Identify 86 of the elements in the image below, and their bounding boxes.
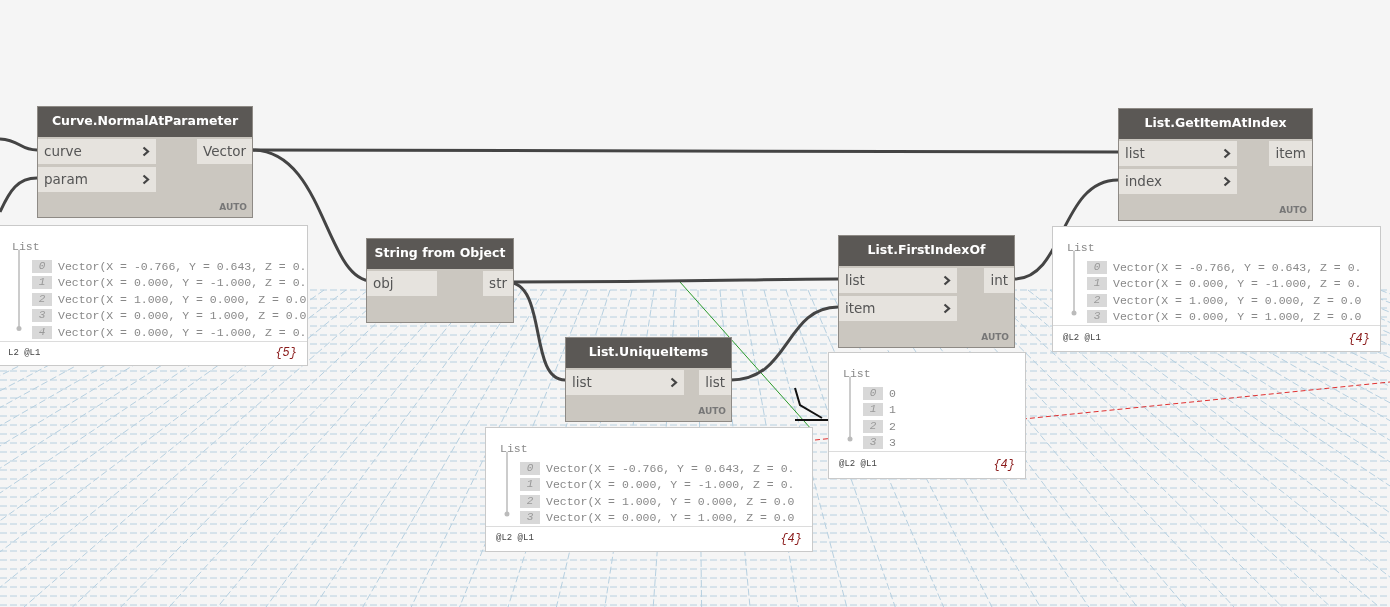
index-label: 0 <box>32 259 52 273</box>
tree-line-icon <box>1071 251 1077 317</box>
node-title: String from Object <box>367 239 513 269</box>
value-text: 0 <box>889 385 896 402</box>
value-text: Vector(X = 0.000, Y = 1.000, Z = 0.0 <box>1113 309 1362 326</box>
input-port[interactable]: obj <box>367 270 437 296</box>
lacing-label: AUTO <box>981 330 1009 344</box>
value-text: Vector(X = -0.766, Y = 0.643, Z = 0. <box>1113 259 1362 276</box>
value-text: Vector(X = 0.000, Y = 1.000, Z = 0.0 <box>58 308 307 325</box>
value-text: 2 <box>889 418 896 435</box>
list-label: List <box>843 367 871 380</box>
input-port[interactable]: list <box>839 267 957 293</box>
index-label: 0 <box>520 461 540 475</box>
node-card[interactable]: List.FirstIndexOf list item int AUTO <box>838 235 1015 348</box>
value-text: Vector(X = 1.000, Y = 0.000, Z = 0.0 <box>546 493 795 510</box>
node-title: List.UniqueItems <box>566 338 731 368</box>
output-port[interactable]: Vector <box>196 138 252 164</box>
value-text: Vector(X = -0.766, Y = 0.643, Z = 0. <box>546 460 795 477</box>
value-text: Vector(X = 1.000, Y = 0.000, Z = 0.0 <box>58 291 307 308</box>
node-card[interactable]: List.UniqueItems list list AUTO <box>565 337 732 422</box>
count-label: {4} <box>780 531 802 548</box>
value-text: Vector(X = 0.000, Y = -1.000, Z = 0. <box>546 477 795 494</box>
chevron-icon <box>943 302 951 314</box>
lacing-label: AUTO <box>219 200 247 214</box>
count-label: {4} <box>993 457 1015 474</box>
input-port[interactable]: param <box>38 166 156 192</box>
output-port[interactable]: list <box>699 369 731 395</box>
value-text: Vector(X = 0.000, Y = -1.000, Z = 0. <box>1113 276 1362 293</box>
tree-line-icon <box>504 452 510 518</box>
level-label: @L2 @L1 <box>1063 331 1101 345</box>
output-port[interactable]: str <box>483 270 513 296</box>
level-label: @L2 @L1 <box>496 532 534 546</box>
chevron-icon <box>1223 147 1231 159</box>
value-text: Vector(X = 0.000, Y = -1.000, Z = 0. <box>58 275 307 292</box>
index-label: 1 <box>863 403 883 417</box>
input-port[interactable]: index <box>1119 168 1237 194</box>
value-text: Vector(X = -0.766, Y = 0.643, Z = 0. <box>58 258 307 275</box>
index-label: 4 <box>32 325 52 339</box>
value-text: 3 <box>889 435 896 452</box>
node-title: List.GetItemAtIndex <box>1119 109 1312 139</box>
lacing-label: AUTO <box>698 404 726 418</box>
list-label: List <box>1067 241 1095 254</box>
chevron-icon <box>1223 175 1231 187</box>
chevron-icon <box>943 274 951 286</box>
index-label: 0 <box>863 386 883 400</box>
input-port[interactable]: item <box>839 295 957 321</box>
value-text: Vector(X = 0.000, Y = -1.000, Z = 0. <box>58 324 307 341</box>
input-port[interactable]: curve <box>38 138 156 164</box>
input-port[interactable]: list <box>566 369 684 395</box>
list-label: List <box>12 240 40 253</box>
index-label: 2 <box>863 419 883 433</box>
wire <box>0 137 38 152</box>
chevron-icon <box>670 376 678 388</box>
value-text: Vector(X = 1.000, Y = 0.000, Z = 0.0 <box>1113 292 1362 309</box>
index-label: 2 <box>1087 293 1107 307</box>
count-label: {4} <box>1348 330 1370 348</box>
tree-line-icon <box>847 377 853 443</box>
chevron-icon <box>142 145 150 157</box>
node-title: List.FirstIndexOf <box>839 236 1014 266</box>
tree-line-icon <box>16 250 22 333</box>
level-label: @L2 @L1 <box>839 458 877 472</box>
value-text: 1 <box>889 402 896 419</box>
index-label: 1 <box>1087 277 1107 291</box>
index-label: 3 <box>32 309 52 323</box>
chevron-icon <box>142 173 150 185</box>
lacing-label: AUTO <box>1279 203 1307 217</box>
node-title: Curve.NormalAtParameter <box>38 107 252 137</box>
node-card[interactable]: String from Object obj str <box>366 238 514 323</box>
count-label: {5} <box>275 345 297 363</box>
index-label: 3 <box>520 511 540 525</box>
value-text: Vector(X = 0.000, Y = 1.000, Z = 0.0 <box>546 510 795 527</box>
index-label: 2 <box>520 494 540 508</box>
level-label: L2 @L1 <box>8 346 41 360</box>
index-label: 3 <box>1087 310 1107 324</box>
node-card[interactable]: List.GetItemAtIndex list index item AUTO <box>1118 108 1313 221</box>
index-label: 1 <box>32 276 52 290</box>
index-label: 0 <box>1087 260 1107 274</box>
node-card[interactable]: Curve.NormalAtParameter curve param Vector AUTO <box>37 106 253 218</box>
index-label: 1 <box>520 478 540 492</box>
input-port[interactable]: list <box>1119 140 1237 166</box>
wire <box>0 176 38 213</box>
output-port[interactable]: int <box>984 267 1014 293</box>
output-port[interactable]: item <box>1269 140 1312 166</box>
index-label: 3 <box>863 436 883 450</box>
index-label: 2 <box>32 292 52 306</box>
list-label: List <box>500 442 528 455</box>
